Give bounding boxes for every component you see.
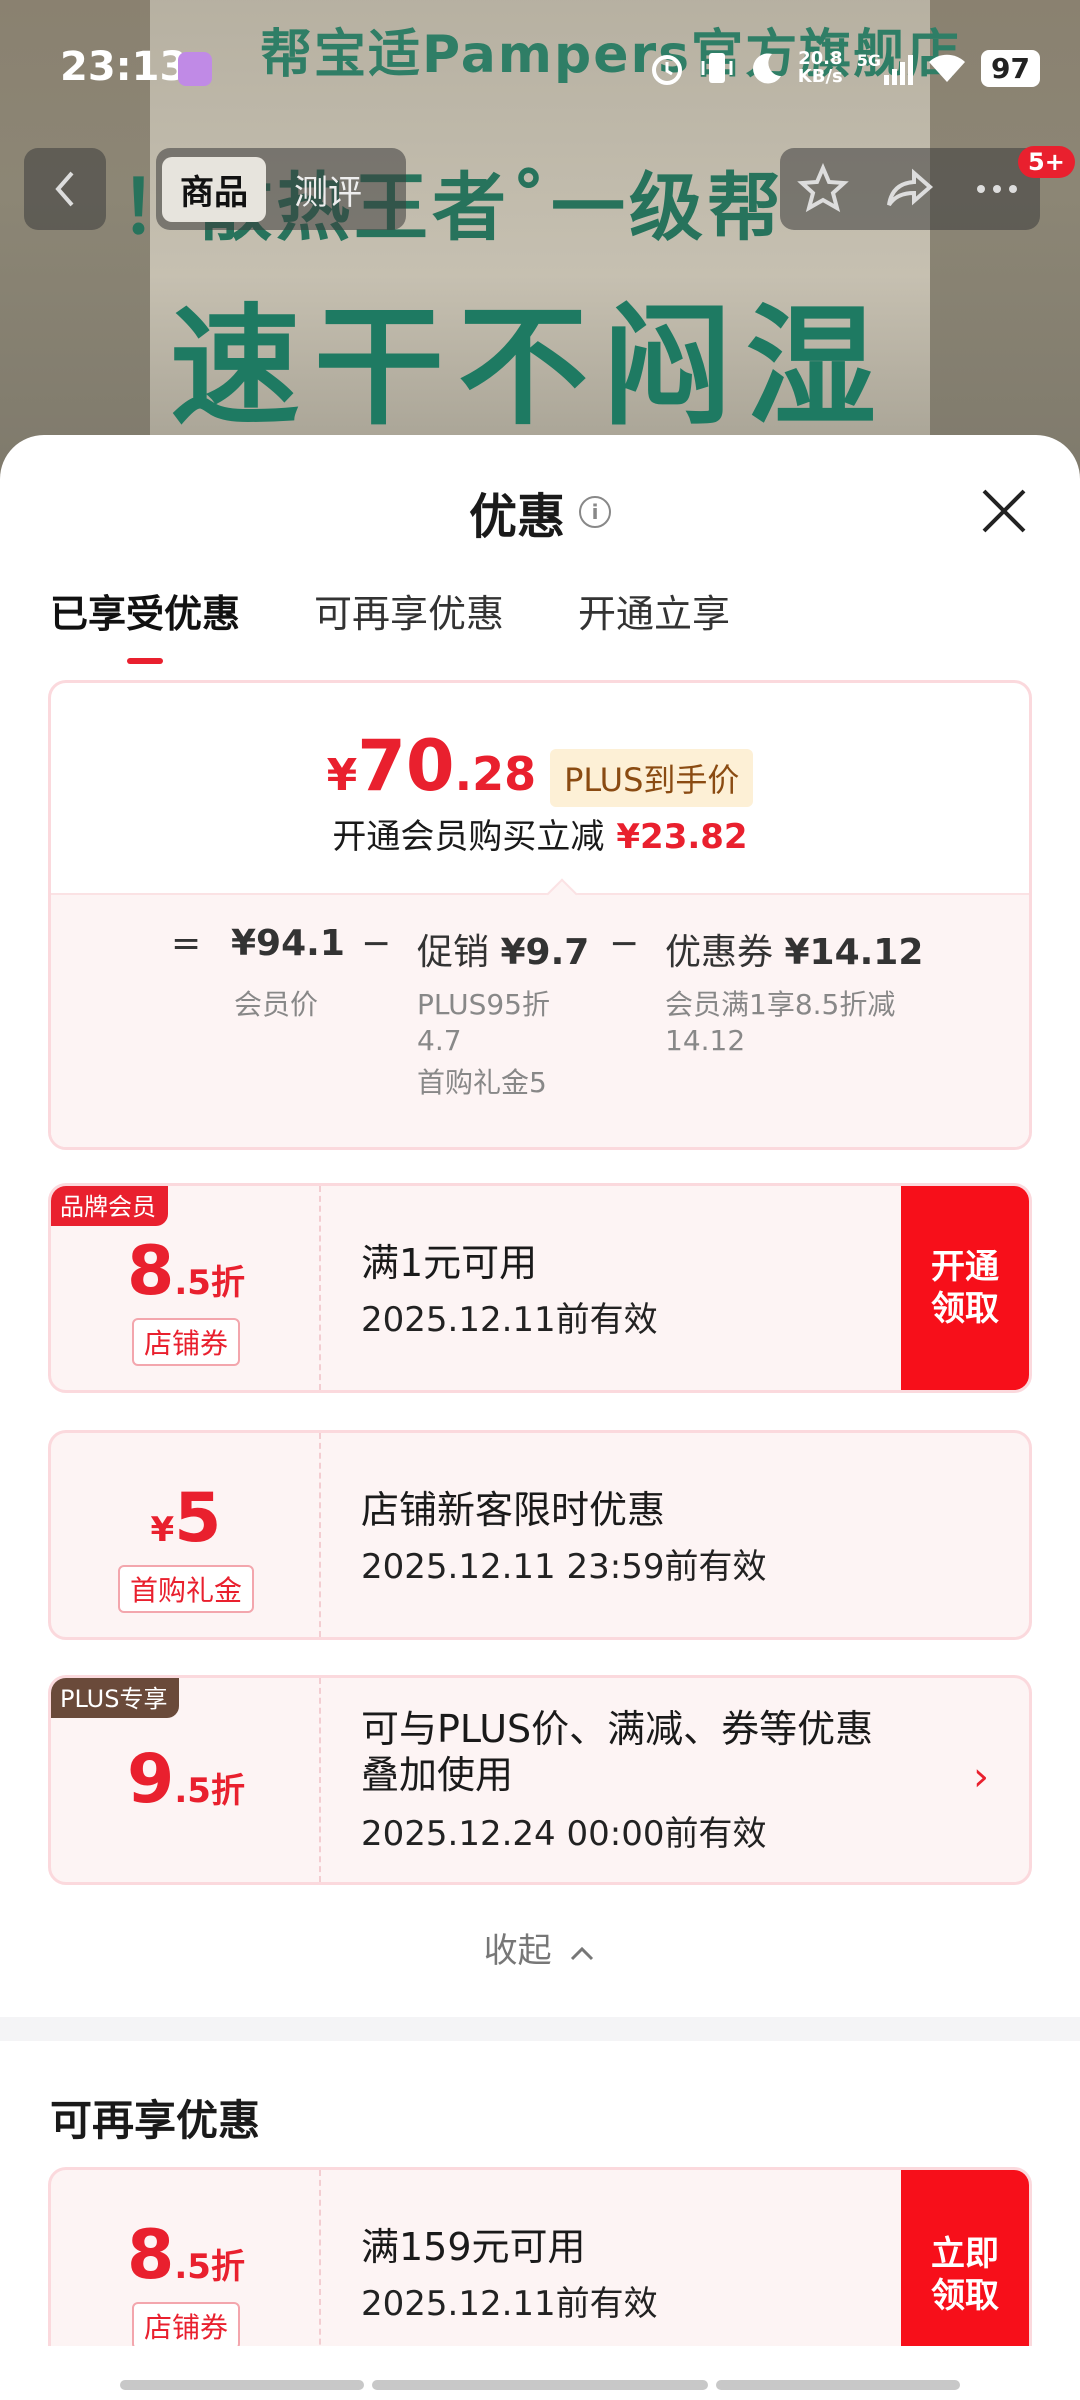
price-breakdown: = ¥94.1 会员价 − 促销 ¥9.7 PLUS95折 4.7 首购礼金5 … — [51, 893, 1029, 1147]
plus-price-tag: PLUS到手价 — [550, 749, 754, 807]
coupon-expiry: 2025.12.11前有效 — [361, 1300, 658, 1340]
savings-amount: ¥23.82 — [616, 817, 748, 857]
gift-amount: ¥5 — [150, 1479, 222, 1558]
coupon-detail: 会员满1享8.5折减 14.12 — [665, 988, 896, 1057]
chevron-up-icon — [571, 1946, 594, 1960]
bottom-bar — [0, 2346, 1080, 2400]
tab-applied-discounts[interactable]: 已享受优惠 — [50, 583, 240, 664]
nav-actions — [780, 148, 1040, 230]
coupon-discount: 8.5折 — [127, 1232, 245, 1311]
tab-additional-discounts[interactable]: 可再享优惠 — [314, 583, 504, 638]
discount-tabs: 已享受优惠 可再享优惠 开通立享 — [50, 583, 730, 664]
coupon-card[interactable]: 品牌会员 8.5折 店铺券 满1元可用 2025.12.11前有效 开通 领取 — [48, 1183, 1032, 1393]
final-price-row: ¥70.28 PLUS到手价 — [51, 725, 1029, 807]
coupon-discount: 8.5折 — [127, 2216, 245, 2295]
app-notification-icon — [178, 52, 212, 86]
close-icon[interactable] — [978, 485, 1030, 537]
alarm-icon — [651, 55, 682, 85]
coupon-expiry: 2025.12.24 00:00前有效 — [361, 1814, 767, 1854]
coupon-expiry: 2025.12.11 23:59前有效 — [361, 1547, 767, 1587]
promo-detail: PLUS95折 4.7 首购礼金5 — [417, 988, 550, 1099]
sheet-header: 优惠 i — [0, 477, 1080, 547]
coupon-value: 优惠券 ¥14.12 — [665, 932, 924, 973]
share-icon[interactable] — [884, 163, 936, 215]
tab-reviews[interactable]: 测评 — [276, 157, 380, 222]
info-icon[interactable]: i — [579, 496, 611, 528]
back-button[interactable] — [24, 148, 106, 230]
activate-claim-button[interactable]: 开通 领取 — [901, 1186, 1029, 1390]
chevron-right-icon[interactable]: › — [973, 1754, 989, 1800]
price-summary-card: ¥70.28 PLUS到手价 开通会员购买立减 ¥23.82 = ¥94.1 会员价… — [48, 680, 1032, 1150]
nav-indicator — [120, 2380, 364, 2390]
product-nav-tabs: 商品 测评 — [156, 148, 406, 230]
wifi-icon — [929, 54, 966, 82]
section-divider — [0, 2017, 1080, 2041]
network-speed: 20.8 KB/s — [797, 48, 843, 87]
coupon-condition: 可与PLUS价、满减、券等优惠 叠加使用 — [361, 1707, 874, 1797]
plus-exclusive-ribbon: PLUS专享 — [51, 1678, 180, 1718]
star-icon[interactable] — [797, 163, 850, 215]
message-count-badge: 5+ — [1018, 146, 1075, 178]
coupon-condition: 满1元可用 — [361, 1241, 538, 1285]
minus-sign: − — [361, 923, 392, 964]
equals-sign: = — [171, 923, 202, 964]
signal-icon: 5G — [857, 51, 914, 85]
chevron-left-icon — [55, 171, 74, 207]
moon-icon — [752, 53, 781, 84]
banner-headline-large: 速干不闷湿 — [170, 291, 891, 443]
coupon-condition: 满159元可用 — [361, 2225, 586, 2269]
coupon-type-chip: 店铺券 — [51, 2302, 321, 2350]
coupon-card: ¥5 首购礼金 店铺新客限时优惠 2025.12.11 23:59前有效 — [48, 1430, 1032, 1640]
vibrate-icon — [701, 53, 733, 83]
battery-indicator: 97 — [981, 49, 1040, 87]
collapse-button[interactable]: 收起 — [0, 1923, 1080, 1972]
minus-sign: − — [609, 923, 640, 964]
status-icons: 20.8 KB/s 5G 97 — [648, 42, 1040, 94]
member-price-label: 会员价 — [234, 988, 319, 1021]
final-price: ¥70.28 — [326, 725, 537, 807]
nav-indicator — [372, 2380, 708, 2390]
section-title: 可再享优惠 — [50, 2096, 261, 2145]
discount-sheet: 优惠 i 已享受优惠 可再享优惠 开通立享 ¥70.28 PLUS到手价 开通会员购… — [0, 435, 1080, 2400]
tab-activate-membership[interactable]: 开通立享 — [578, 583, 730, 638]
member-price-value: ¥94.1 — [231, 923, 345, 964]
promo-value: 促销 ¥9.7 — [417, 932, 590, 973]
coupon-type-chip: 首购礼金 — [51, 1565, 321, 1613]
status-bar: 23:13 20.8 KB/s 5G 97 — [0, 0, 1080, 140]
savings-row: 开通会员购买立减 ¥23.82 — [51, 809, 1029, 858]
coupon-expiry: 2025.12.11前有效 — [361, 2284, 658, 2324]
coupon-card[interactable]: PLUS专享 9.5折 可与PLUS价、满减、券等优惠 叠加使用 2025.12.… — [48, 1675, 1032, 1885]
sheet-title: 优惠 — [468, 489, 565, 545]
more-icon[interactable] — [971, 163, 1023, 215]
coupon-condition: 店铺新客限时优惠 — [361, 1488, 666, 1532]
savings-label: 开通会员购买立减 — [332, 817, 605, 857]
nav-indicator — [716, 2380, 960, 2390]
brand-member-ribbon: 品牌会员 — [51, 1186, 168, 1226]
status-time: 23:13 — [60, 44, 188, 90]
coupon-discount: 9.5折 — [127, 1740, 245, 1819]
coupon-type-chip: 店铺券 — [51, 1318, 321, 1366]
tab-product[interactable]: 商品 — [162, 156, 266, 222]
